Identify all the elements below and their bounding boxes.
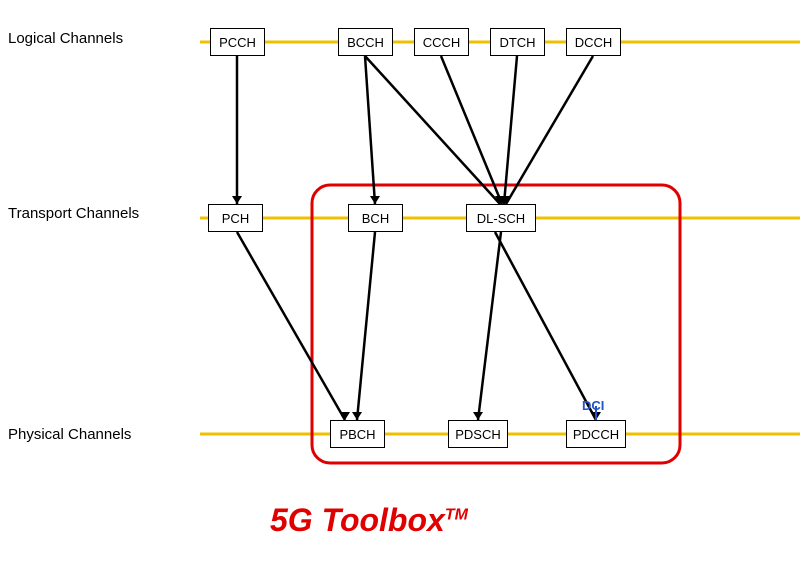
dcch-dlsch-line [506, 56, 593, 204]
pbch-box: PBCH [330, 420, 385, 448]
dtch-dlsch-line [504, 56, 517, 204]
bcch-dlsch-line [365, 56, 500, 204]
physical-channels-label: Physical Channels [8, 426, 131, 443]
diagram-canvas: Logical Channels Transport Channels Phys… [0, 0, 800, 582]
dtch-box: DTCH [490, 28, 545, 56]
ccch-dlsch-line [441, 56, 502, 204]
ccch-box: CCCH [414, 28, 469, 56]
dcch-box: DCCH [566, 28, 621, 56]
bch-box: BCH [348, 204, 403, 232]
bcch-bch-arrow [370, 196, 380, 204]
pch-pbch-line [237, 232, 345, 420]
pch-box: PCH [208, 204, 263, 232]
dlsch-pdsch-arrow [473, 412, 483, 420]
dlsch-pdsch-line [478, 232, 501, 420]
channel-diagram [0, 0, 800, 582]
pdcch-box: PDCCH [566, 420, 626, 448]
bcch-box: BCCH [338, 28, 393, 56]
bch-pbch-arrow [352, 412, 362, 420]
bch-pbch-line [357, 232, 375, 420]
transport-channels-label: Transport Channels [8, 205, 139, 222]
pcch-box: PCCH [210, 28, 265, 56]
toolbox-title: 5G ToolboxTM [270, 502, 468, 539]
bcch-bch-line [365, 56, 375, 204]
dlsch-box: DL-SCH [466, 204, 536, 232]
dci-label: DCI [582, 398, 604, 413]
logical-channels-label: Logical Channels [8, 30, 123, 47]
pcch-pch-arrow [232, 196, 242, 204]
pdsch-box: PDSCH [448, 420, 508, 448]
dlsch-pdcch-line [495, 232, 596, 420]
